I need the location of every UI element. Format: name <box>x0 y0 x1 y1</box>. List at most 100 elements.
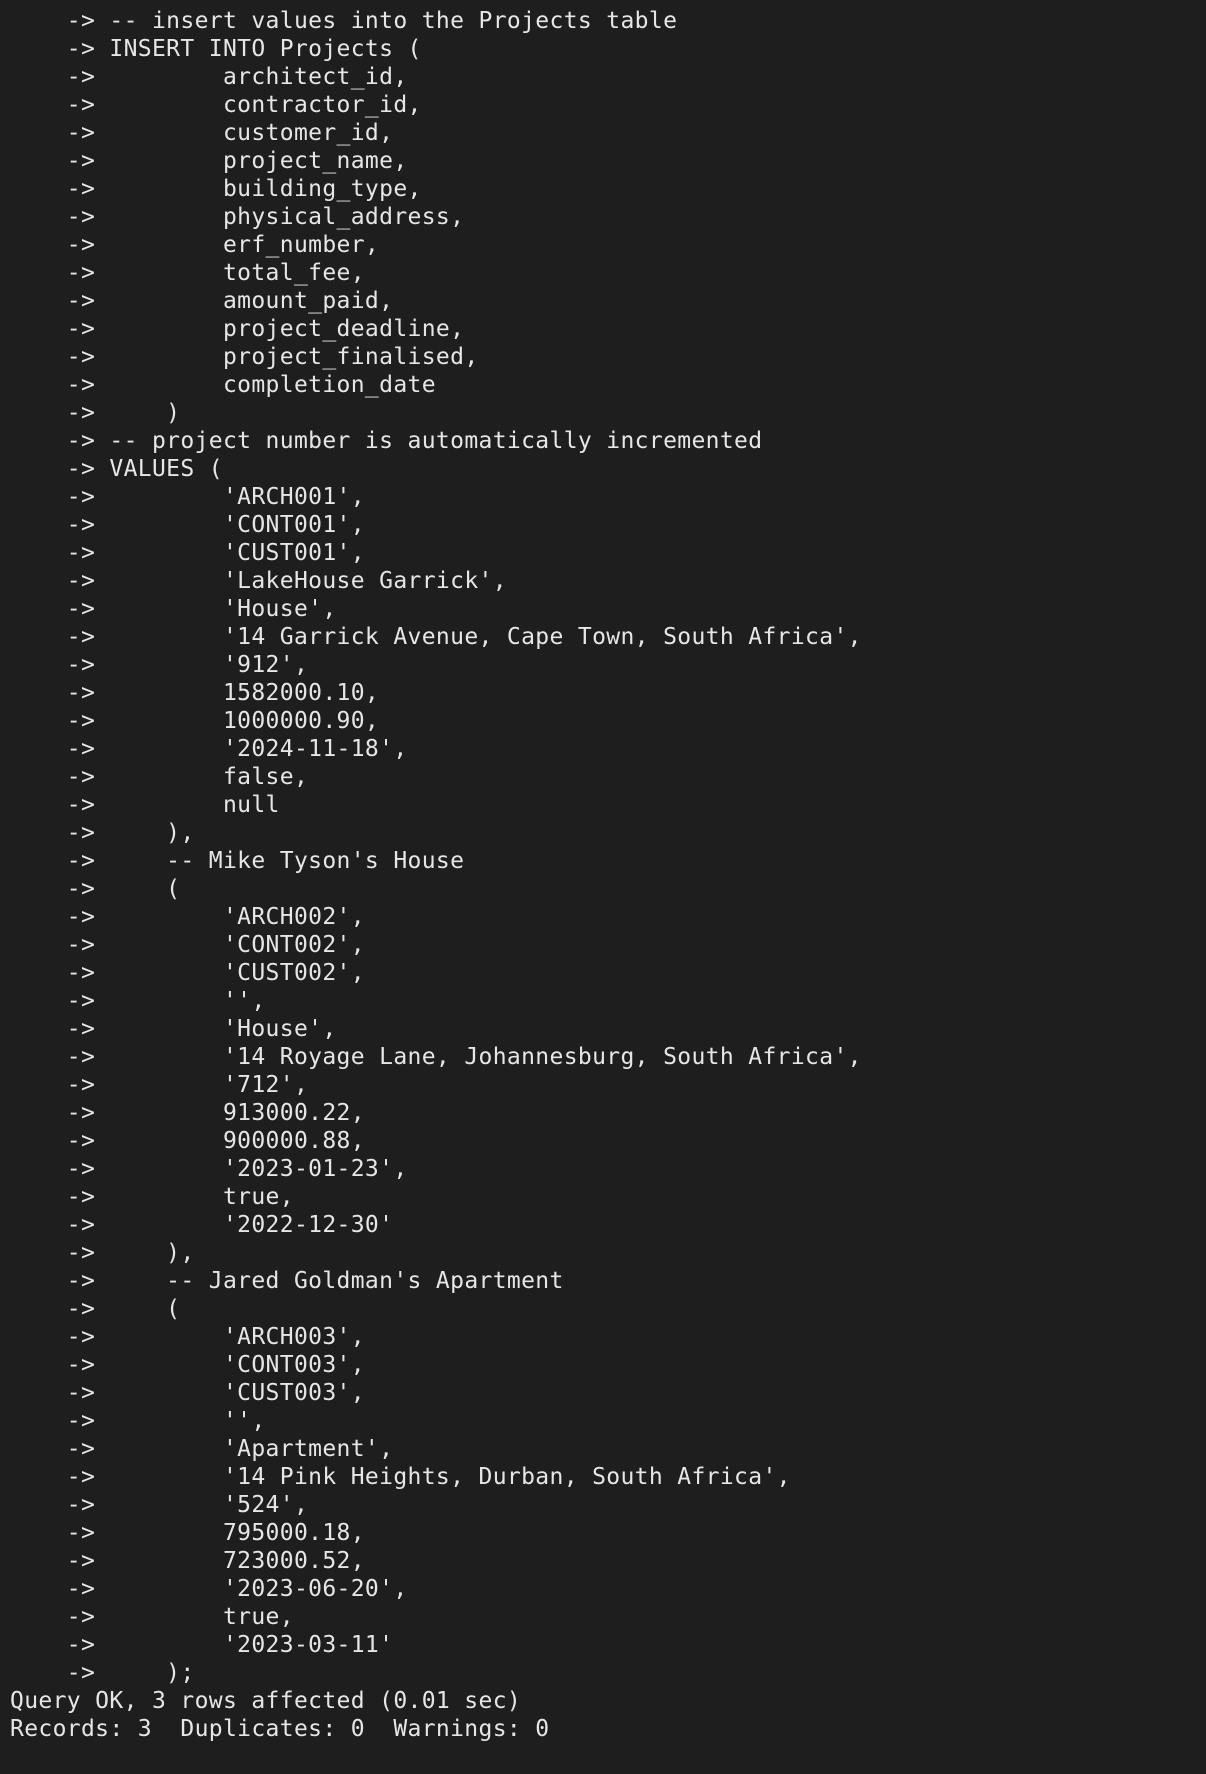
terminal-input-line: -> erf_number, <box>10 231 1206 259</box>
line-text: false, <box>95 764 309 790</box>
continuation-prompt: -> <box>10 960 96 986</box>
continuation-prompt: -> <box>10 1548 96 1574</box>
line-text: ( <box>95 1296 181 1322</box>
terminal-input-line: -> true, <box>10 1603 1206 1631</box>
terminal-input-line: -> '912', <box>10 651 1206 679</box>
continuation-prompt: -> <box>10 1240 96 1266</box>
line-text: 'House', <box>95 1016 337 1042</box>
line-text: erf_number, <box>95 232 380 258</box>
terminal-input-line: -> project_finalised, <box>10 343 1206 371</box>
terminal-input-line: -> '2023-06-20', <box>10 1575 1206 1603</box>
terminal-output[interactable]: -> -- insert values into the Projects ta… <box>0 0 1206 1774</box>
terminal-input-line: -> '2023-03-11' <box>10 1631 1206 1659</box>
terminal-input-line: -> architect_id, <box>10 63 1206 91</box>
line-text: '2024-11-18', <box>95 736 408 762</box>
continuation-prompt: -> <box>10 848 96 874</box>
terminal-input-line: -> 1582000.10, <box>10 679 1206 707</box>
continuation-prompt: -> <box>10 1604 96 1630</box>
terminal-input-line: -> ), <box>10 819 1206 847</box>
line-text: amount_paid, <box>95 288 394 314</box>
terminal-input-line: -> true, <box>10 1183 1206 1211</box>
line-text: true, <box>95 1604 294 1630</box>
continuation-prompt: -> <box>10 260 96 286</box>
line-text: project_finalised, <box>95 344 479 370</box>
continuation-prompt: -> <box>10 876 96 902</box>
line-text: ), <box>95 1240 195 1266</box>
terminal-input-line: -> '', <box>10 1407 1206 1435</box>
continuation-prompt: -> <box>10 652 96 678</box>
continuation-prompt: -> <box>10 1632 96 1658</box>
terminal-input-line: -> 'CONT002', <box>10 931 1206 959</box>
line-text: '14 Pink Heights, Durban, South Africa', <box>95 1464 791 1490</box>
terminal-input-line: -> 'Apartment', <box>10 1435 1206 1463</box>
line-text: 900000.88, <box>95 1128 365 1154</box>
line-text: 'ARCH003', <box>95 1324 365 1350</box>
continuation-prompt: -> <box>10 484 96 510</box>
line-text: -- Mike Tyson's House <box>95 848 465 874</box>
terminal-input-line: -> 913000.22, <box>10 1099 1206 1127</box>
terminal-input-line: -> customer_id, <box>10 119 1206 147</box>
line-text: -- insert values into the Projects table <box>95 8 678 34</box>
line-text: INSERT INTO Projects ( <box>95 36 422 62</box>
line-text: completion_date <box>95 372 436 398</box>
line-text: ) <box>95 400 181 426</box>
line-text: 795000.18, <box>95 1520 365 1546</box>
terminal-input-line: -> null <box>10 791 1206 819</box>
line-text: -- Jared Goldman's Apartment <box>95 1268 564 1294</box>
continuation-prompt: -> <box>10 680 96 706</box>
terminal-input-line: -> 'CUST003', <box>10 1379 1206 1407</box>
continuation-prompt: -> <box>10 288 96 314</box>
continuation-prompt: -> <box>10 988 96 1014</box>
line-text: '', <box>95 988 266 1014</box>
continuation-prompt: -> <box>10 1520 96 1546</box>
continuation-prompt: -> <box>10 624 96 650</box>
line-text: 'CONT002', <box>95 932 365 958</box>
line-text: '2022-12-30' <box>95 1212 394 1238</box>
terminal-input-line: -> ), <box>10 1239 1206 1267</box>
terminal-input-line: -> building_type, <box>10 175 1206 203</box>
line-text: '2023-01-23', <box>95 1156 408 1182</box>
line-text: '2023-03-11' <box>95 1632 394 1658</box>
continuation-prompt: -> <box>10 764 96 790</box>
line-text: 1582000.10, <box>95 680 380 706</box>
continuation-prompt: -> <box>10 1212 96 1238</box>
line-text: 'CUST003', <box>95 1380 365 1406</box>
line-text: physical_address, <box>95 204 465 230</box>
terminal-input-line: -> '14 Pink Heights, Durban, South Afric… <box>10 1463 1206 1491</box>
terminal-input-line: -> 'ARCH002', <box>10 903 1206 931</box>
continuation-prompt: -> <box>10 1072 96 1098</box>
terminal-input-line: -> 795000.18, <box>10 1519 1206 1547</box>
line-text: project_name, <box>95 148 408 174</box>
line-text: 723000.52, <box>95 1548 365 1574</box>
line-text: 'House', <box>95 596 337 622</box>
terminal-input-line: -> amount_paid, <box>10 287 1206 315</box>
terminal-input-line: -> 'CUST002', <box>10 959 1206 987</box>
line-text: null <box>95 792 280 818</box>
continuation-prompt: -> <box>10 148 96 174</box>
line-text: 913000.22, <box>95 1100 365 1126</box>
line-text: ), <box>95 820 195 846</box>
continuation-prompt: -> <box>10 1296 96 1322</box>
line-text: VALUES ( <box>95 456 223 482</box>
continuation-prompt: -> <box>10 92 96 118</box>
continuation-prompt: -> <box>10 232 96 258</box>
line-text: project_deadline, <box>95 316 465 342</box>
line-text: '14 Garrick Avenue, Cape Town, South Afr… <box>95 624 862 650</box>
continuation-prompt: -> <box>10 736 96 762</box>
line-text: 'ARCH002', <box>95 904 365 930</box>
terminal-result-line: Records: 3 Duplicates: 0 Warnings: 0 <box>10 1715 1206 1743</box>
line-text: total_fee, <box>95 260 365 286</box>
terminal-input-line: -> '14 Garrick Avenue, Cape Town, South … <box>10 623 1206 651</box>
terminal-input-line: -> -- Jared Goldman's Apartment <box>10 1267 1206 1295</box>
line-text: ); <box>95 1660 195 1686</box>
terminal-input-line: -> '712', <box>10 1071 1206 1099</box>
continuation-prompt: -> <box>10 456 96 482</box>
line-text: architect_id, <box>95 64 408 90</box>
line-text: 'CUST001', <box>95 540 365 566</box>
line-text: customer_id, <box>95 120 394 146</box>
continuation-prompt: -> <box>10 1492 96 1518</box>
line-text: '14 Royage Lane, Johannesburg, South Afr… <box>95 1044 862 1070</box>
line-text: Records: 3 Duplicates: 0 Warnings: 0 <box>10 1716 550 1742</box>
terminal-input-line: -> 'CONT001', <box>10 511 1206 539</box>
continuation-prompt: -> <box>10 1380 96 1406</box>
